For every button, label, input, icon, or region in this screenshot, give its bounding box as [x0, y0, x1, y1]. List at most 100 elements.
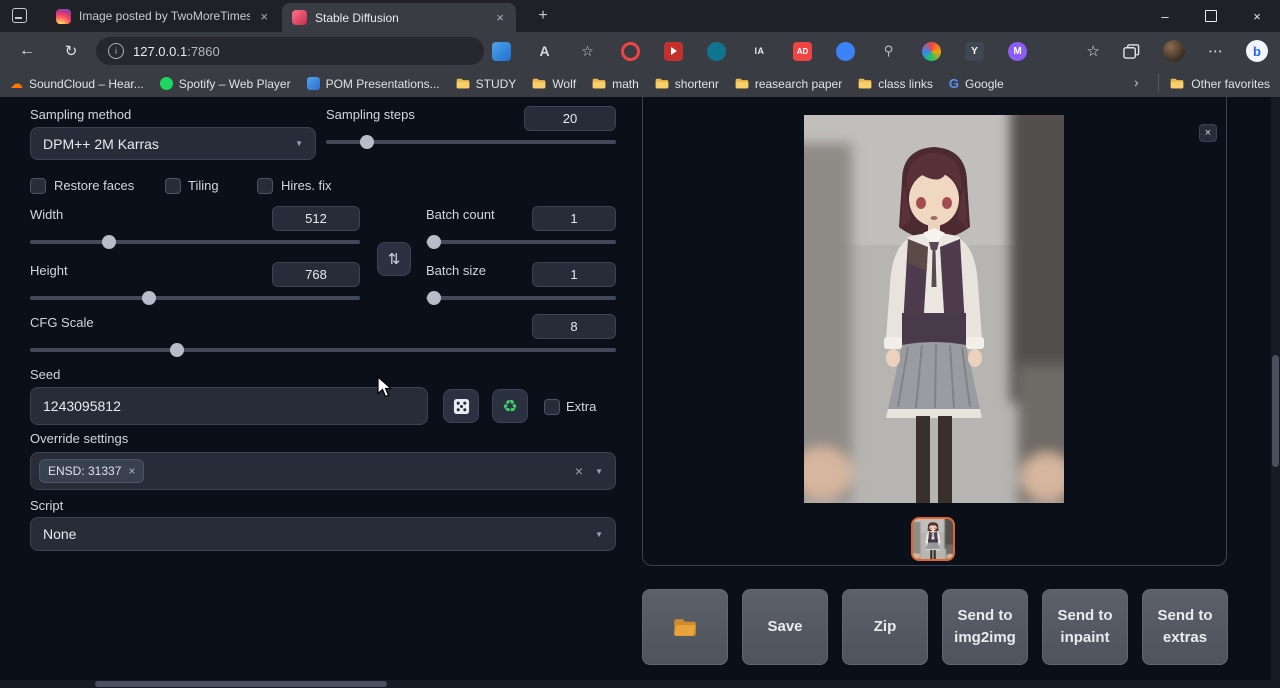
gallery-thumbnail-selected[interactable]: [911, 517, 955, 561]
tiling-label[interactable]: Tiling: [188, 178, 219, 194]
gallery-close-button[interactable]: ×: [1199, 124, 1217, 142]
bookmark-label: class links: [878, 77, 933, 91]
address-bar[interactable]: i 127.0.0.1:7860: [96, 37, 484, 65]
seed-input[interactable]: 1243095812: [30, 387, 428, 425]
generated-image[interactable]: [804, 115, 1064, 503]
extension-icon-m[interactable]: M: [1008, 42, 1027, 61]
bookmark-folder-wolf[interactable]: Wolf: [532, 77, 576, 91]
extra-seed-label[interactable]: Extra: [566, 399, 596, 415]
site-info-icon[interactable]: i: [108, 43, 124, 59]
settings-menu-icon[interactable]: ⋯: [1208, 42, 1223, 60]
tab-favicon-instagram: [56, 9, 71, 24]
save-button[interactable]: Save: [742, 589, 828, 665]
gallery-actions: Save Zip Send to img2img Send to inpaint…: [642, 589, 1228, 665]
minimize-button[interactable]: –: [1142, 0, 1188, 32]
close-window-button[interactable]: ×: [1234, 0, 1280, 32]
soundcloud-icon: ☁: [10, 77, 23, 90]
random-seed-button[interactable]: [443, 389, 479, 423]
height-slider[interactable]: [30, 296, 360, 300]
cfg-scale-slider[interactable]: [30, 348, 616, 352]
width-input[interactable]: 512: [272, 206, 360, 231]
copilot-icon[interactable]: b: [1246, 40, 1268, 62]
cfg-scale-input[interactable]: 8: [532, 314, 616, 339]
bookmark-folder-research[interactable]: reasearch paper: [735, 77, 842, 91]
collections-icon[interactable]: [1123, 44, 1140, 59]
browser-tab-bar: Image posted by TwoMoreTimes × Stable Di…: [0, 0, 1280, 32]
width-slider[interactable]: [30, 240, 360, 244]
bookmark-pom[interactable]: POM Presentations...: [307, 77, 440, 91]
bookmark-folder-shortenr[interactable]: shortenr: [655, 77, 719, 91]
vertical-scrollbar-thumb[interactable]: [1272, 355, 1279, 467]
slider-handle[interactable]: [427, 291, 441, 305]
sampling-steps-input[interactable]: 20: [524, 106, 616, 131]
maximize-button[interactable]: [1188, 0, 1234, 32]
horizontal-scrollbar-thumb[interactable]: [95, 681, 387, 687]
send-to-inpaint-button[interactable]: Send to inpaint: [1042, 589, 1128, 665]
height-input[interactable]: 768: [272, 262, 360, 287]
clear-all-icon[interactable]: ×: [575, 464, 583, 478]
tab-actions-icon[interactable]: [12, 8, 27, 23]
extension-icon-adblock[interactable]: AD: [793, 42, 812, 61]
browser-tab-instagram[interactable]: Image posted by TwoMoreTimes ×: [46, 0, 280, 32]
bookmark-folder-study[interactable]: STUDY: [456, 77, 517, 91]
bookmark-google[interactable]: GGoogle: [949, 76, 1004, 91]
extension-icon-a[interactable]: A: [535, 42, 554, 61]
open-folder-button[interactable]: [642, 589, 728, 665]
chevron-down-icon[interactable]: ▼: [595, 467, 603, 476]
other-favorites[interactable]: Other favorites: [1170, 70, 1270, 97]
zip-button[interactable]: Zip: [842, 589, 928, 665]
folder-icon: [655, 78, 669, 89]
reuse-seed-button[interactable]: ♻: [492, 389, 528, 423]
batch-count-input[interactable]: 1: [532, 206, 616, 231]
slider-handle[interactable]: [102, 235, 116, 249]
slider-handle[interactable]: [427, 235, 441, 249]
extension-icon-ia[interactable]: IA: [750, 42, 769, 61]
tiling-checkbox[interactable]: [165, 178, 181, 194]
tab-close-icon[interactable]: ×: [494, 10, 506, 25]
restore-faces-label[interactable]: Restore faces: [54, 178, 134, 194]
bookmark-folder-classlinks[interactable]: class links: [858, 77, 933, 91]
extra-seed-checkbox[interactable]: [544, 399, 560, 415]
extension-icon-blue[interactable]: [836, 42, 855, 61]
restore-faces-checkbox[interactable]: [30, 178, 46, 194]
horizontal-scrollbar[interactable]: [0, 680, 1271, 688]
folder-icon: [456, 78, 470, 89]
extension-icon-pin[interactable]: ⚲: [879, 42, 898, 61]
extension-icon-tag[interactable]: [492, 42, 511, 61]
hires-fix-checkbox[interactable]: [257, 178, 273, 194]
batch-size-input[interactable]: 1: [532, 262, 616, 287]
swap-dimensions-button[interactable]: ⇅: [377, 242, 411, 276]
browser-tab-stable-diffusion[interactable]: Stable Diffusion ×: [282, 3, 516, 32]
sampling-steps-slider[interactable]: [326, 140, 616, 144]
batch-size-slider[interactable]: [426, 296, 616, 300]
bookmark-soundcloud[interactable]: ☁SoundCloud – Hear...: [10, 77, 144, 91]
refresh-button[interactable]: ↻: [58, 38, 84, 64]
url-host: 127.0.0.1: [133, 44, 187, 59]
extension-icon-teal[interactable]: [707, 42, 726, 61]
bookmarks-overflow-chevron[interactable]: ›: [1134, 74, 1139, 90]
bookmark-folder-math[interactable]: math: [592, 77, 639, 91]
override-settings-field[interactable]: ENSD: 31337 × × ▼: [30, 452, 616, 490]
vertical-scrollbar[interactable]: [1271, 97, 1280, 688]
profile-avatar[interactable]: [1163, 40, 1185, 62]
slider-handle[interactable]: [142, 291, 156, 305]
tab-close-icon[interactable]: ×: [258, 9, 270, 24]
new-tab-button[interactable]: +: [532, 5, 554, 27]
extension-icon-ball[interactable]: [922, 42, 941, 61]
batch-count-slider[interactable]: [426, 240, 616, 244]
slider-handle[interactable]: [360, 135, 374, 149]
send-to-extras-button[interactable]: Send to extras: [1142, 589, 1228, 665]
script-dropdown[interactable]: None ▼: [30, 517, 616, 551]
favorites-icon[interactable]: ☆: [1087, 42, 1100, 60]
send-to-img2img-button[interactable]: Send to img2img: [942, 589, 1028, 665]
extension-icon-y[interactable]: Y: [965, 42, 984, 61]
extension-icon-ring[interactable]: [621, 42, 640, 61]
extension-icon-video[interactable]: [664, 42, 683, 61]
back-button[interactable]: ←: [14, 38, 40, 64]
bookmark-spotify[interactable]: Spotify – Web Player: [160, 77, 291, 91]
hires-fix-label[interactable]: Hires. fix: [281, 178, 332, 194]
slider-handle[interactable]: [170, 343, 184, 357]
chip-close-icon[interactable]: ×: [128, 465, 135, 477]
extension-icon-star[interactable]: ☆: [578, 42, 597, 61]
sampling-method-dropdown[interactable]: DPM++ 2M Karras ▼: [30, 127, 316, 160]
